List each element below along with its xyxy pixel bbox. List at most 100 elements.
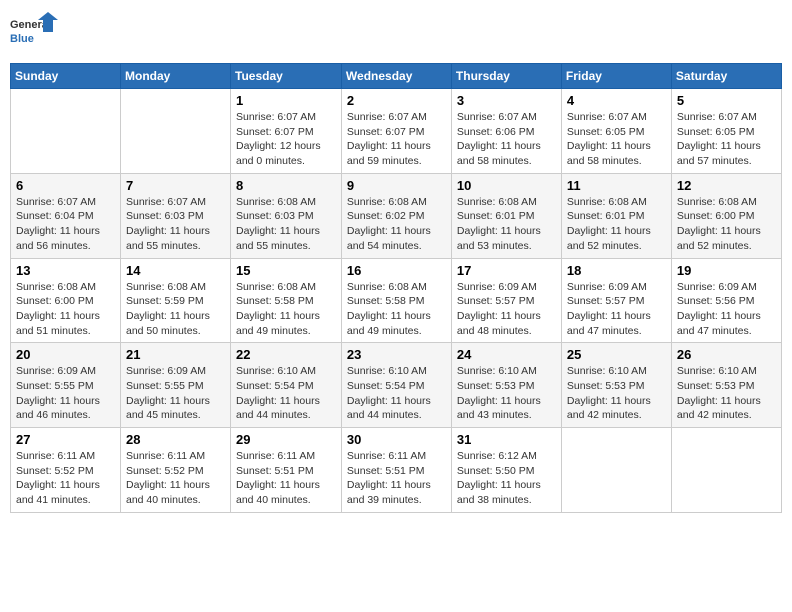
calendar-week-3: 13Sunrise: 6:08 AMSunset: 6:00 PMDayligh…	[11, 258, 782, 343]
calendar-cell: 3 Sunrise: 6:07 AMSunset: 6:06 PMDaylight…	[451, 89, 561, 174]
calendar-cell: 6Sunrise: 6:07 AMSunset: 6:04 PMDaylight…	[11, 173, 121, 258]
calendar-cell: 31 Sunrise: 6:12 AMSunset: 5:50 PMDayligh…	[451, 428, 561, 513]
day-info: Sunrise: 6:10 AMSunset: 5:54 PMDaylight:…	[347, 364, 446, 423]
calendar-cell: 19 Sunrise: 6:09 AMSunset: 5:56 PMDayligh…	[671, 258, 781, 343]
day-number: 14	[126, 263, 225, 278]
day-info: Sunrise: 6:09 AMSunset: 5:56 PMDaylight:…	[677, 280, 776, 339]
day-number: 9	[347, 178, 446, 193]
weekday-header-sunday: Sunday	[11, 64, 121, 89]
calendar-cell: 14 Sunrise: 6:08 AMSunset: 5:59 PMDayligh…	[121, 258, 231, 343]
calendar-cell: 5 Sunrise: 6:07 AMSunset: 6:05 PMDaylight…	[671, 89, 781, 174]
day-number: 8	[236, 178, 336, 193]
calendar-table: SundayMondayTuesdayWednesdayThursdayFrid…	[10, 63, 782, 513]
calendar-cell: 24 Sunrise: 6:10 AMSunset: 5:53 PMDayligh…	[451, 343, 561, 428]
calendar-cell: 13Sunrise: 6:08 AMSunset: 6:00 PMDayligh…	[11, 258, 121, 343]
calendar-cell: 26 Sunrise: 6:10 AMSunset: 5:53 PMDayligh…	[671, 343, 781, 428]
day-number: 2	[347, 93, 446, 108]
day-number: 4	[567, 93, 666, 108]
weekday-header-tuesday: Tuesday	[231, 64, 342, 89]
day-info: Sunrise: 6:11 AMSunset: 5:51 PMDaylight:…	[347, 449, 446, 508]
weekday-header-friday: Friday	[561, 64, 671, 89]
calendar-cell: 23 Sunrise: 6:10 AMSunset: 5:54 PMDayligh…	[341, 343, 451, 428]
calendar-cell: 29Sunrise: 6:11 AMSunset: 5:51 PMDayligh…	[231, 428, 342, 513]
day-number: 3	[457, 93, 556, 108]
day-info: Sunrise: 6:07 AMSunset: 6:07 PMDaylight:…	[347, 110, 446, 169]
day-info: Sunrise: 6:10 AMSunset: 5:54 PMDaylight:…	[236, 364, 336, 423]
calendar-cell: 30 Sunrise: 6:11 AMSunset: 5:51 PMDayligh…	[341, 428, 451, 513]
calendar-cell: 17Sunrise: 6:09 AMSunset: 5:57 PMDayligh…	[451, 258, 561, 343]
weekday-header-row: SundayMondayTuesdayWednesdayThursdayFrid…	[11, 64, 782, 89]
day-number: 20	[16, 347, 115, 362]
calendar-header: SundayMondayTuesdayWednesdayThursdayFrid…	[11, 64, 782, 89]
day-info: Sunrise: 6:07 AMSunset: 6:07 PMDaylight:…	[236, 110, 336, 169]
calendar-cell	[11, 89, 121, 174]
day-info: Sunrise: 6:08 AMSunset: 5:58 PMDaylight:…	[236, 280, 336, 339]
day-number: 13	[16, 263, 115, 278]
calendar-cell	[121, 89, 231, 174]
calendar-cell: 2 Sunrise: 6:07 AMSunset: 6:07 PMDaylight…	[341, 89, 451, 174]
calendar-cell: 11Sunrise: 6:08 AMSunset: 6:01 PMDayligh…	[561, 173, 671, 258]
day-info: Sunrise: 6:08 AMSunset: 5:58 PMDaylight:…	[347, 280, 446, 339]
logo: General Blue	[10, 10, 60, 55]
calendar-cell: 25Sunrise: 6:10 AMSunset: 5:53 PMDayligh…	[561, 343, 671, 428]
day-info: Sunrise: 6:10 AMSunset: 5:53 PMDaylight:…	[677, 364, 776, 423]
day-number: 25	[567, 347, 666, 362]
day-info: Sunrise: 6:08 AMSunset: 6:02 PMDaylight:…	[347, 195, 446, 254]
calendar-cell: 9 Sunrise: 6:08 AMSunset: 6:02 PMDaylight…	[341, 173, 451, 258]
weekday-header-wednesday: Wednesday	[341, 64, 451, 89]
calendar-cell	[671, 428, 781, 513]
weekday-header-saturday: Saturday	[671, 64, 781, 89]
calendar-cell: 8 Sunrise: 6:08 AMSunset: 6:03 PMDaylight…	[231, 173, 342, 258]
day-number: 27	[16, 432, 115, 447]
day-info: Sunrise: 6:11 AMSunset: 5:52 PMDaylight:…	[16, 449, 115, 508]
page-header: General Blue	[10, 10, 782, 55]
day-number: 29	[236, 432, 336, 447]
calendar-cell: 12 Sunrise: 6:08 AMSunset: 6:00 PMDayligh…	[671, 173, 781, 258]
day-number: 31	[457, 432, 556, 447]
day-number: 10	[457, 178, 556, 193]
day-info: Sunrise: 6:11 AMSunset: 5:52 PMDaylight:…	[126, 449, 225, 508]
calendar-cell: 1 Sunrise: 6:07 AMSunset: 6:07 PMDaylight…	[231, 89, 342, 174]
day-number: 16	[347, 263, 446, 278]
day-info: Sunrise: 6:08 AMSunset: 6:01 PMDaylight:…	[457, 195, 556, 254]
day-number: 1	[236, 93, 336, 108]
day-number: 26	[677, 347, 776, 362]
day-info: Sunrise: 6:09 AMSunset: 5:57 PMDaylight:…	[457, 280, 556, 339]
calendar-cell: 20Sunrise: 6:09 AMSunset: 5:55 PMDayligh…	[11, 343, 121, 428]
calendar-cell	[561, 428, 671, 513]
calendar-week-4: 20 Sunrise: 6:09 AMSunset: 5:55 PMDayligh…	[11, 343, 782, 428]
day-info: Sunrise: 6:08 AMSunset: 5:59 PMDaylight:…	[126, 280, 225, 339]
day-info: Sunrise: 6:09 AMSunset: 5:57 PMDaylight:…	[567, 280, 666, 339]
day-number: 18	[567, 263, 666, 278]
day-number: 23	[347, 347, 446, 362]
day-number: 19	[677, 263, 776, 278]
day-number: 21	[126, 347, 225, 362]
calendar-cell: 27 Sunrise: 6:11 AMSunset: 5:52 PMDayligh…	[11, 428, 121, 513]
day-number: 30	[347, 432, 446, 447]
logo-svg: General Blue	[10, 10, 60, 55]
day-number: 22	[236, 347, 336, 362]
day-info: Sunrise: 6:07 AMSunset: 6:06 PMDaylight:…	[457, 110, 556, 169]
day-number: 11	[567, 178, 666, 193]
calendar-week-1: 1 Sunrise: 6:07 AMSunset: 6:07 PMDaylight…	[11, 89, 782, 174]
calendar-week-5: 27 Sunrise: 6:11 AMSunset: 5:52 PMDayligh…	[11, 428, 782, 513]
svg-text:Blue: Blue	[10, 33, 34, 45]
day-number: 5	[677, 93, 776, 108]
calendar-cell: 21 Sunrise: 6:09 AMSunset: 5:55 PMDayligh…	[121, 343, 231, 428]
day-info: Sunrise: 6:07 AMSunset: 6:05 PMDaylight:…	[567, 110, 666, 169]
day-info: Sunrise: 6:08 AMSunset: 6:00 PMDaylight:…	[677, 195, 776, 254]
day-info: Sunrise: 6:09 AMSunset: 5:55 PMDaylight:…	[126, 364, 225, 423]
day-info: Sunrise: 6:10 AMSunset: 5:53 PMDaylight:…	[457, 364, 556, 423]
calendar-cell: 18 Sunrise: 6:09 AMSunset: 5:57 PMDayligh…	[561, 258, 671, 343]
calendar-body: 1 Sunrise: 6:07 AMSunset: 6:07 PMDaylight…	[11, 89, 782, 513]
day-number: 12	[677, 178, 776, 193]
calendar-cell: 16 Sunrise: 6:08 AMSunset: 5:58 PMDayligh…	[341, 258, 451, 343]
day-number: 7	[126, 178, 225, 193]
day-info: Sunrise: 6:12 AMSunset: 5:50 PMDaylight:…	[457, 449, 556, 508]
calendar-cell: 22 Sunrise: 6:10 AMSunset: 5:54 PMDayligh…	[231, 343, 342, 428]
day-info: Sunrise: 6:07 AMSunset: 6:05 PMDaylight:…	[677, 110, 776, 169]
day-info: Sunrise: 6:07 AMSunset: 6:03 PMDaylight:…	[126, 195, 225, 254]
day-number: 24	[457, 347, 556, 362]
day-number: 6	[16, 178, 115, 193]
day-info: Sunrise: 6:08 AMSunset: 6:03 PMDaylight:…	[236, 195, 336, 254]
